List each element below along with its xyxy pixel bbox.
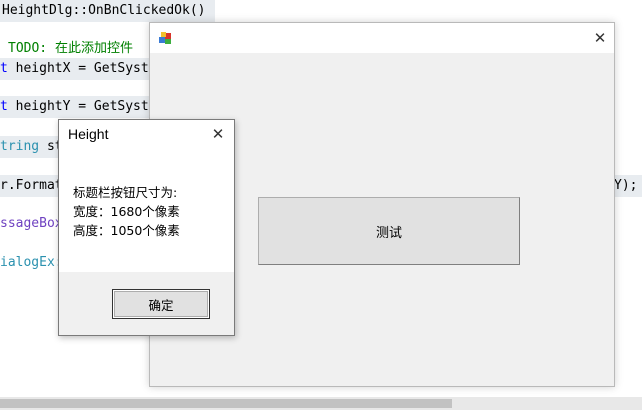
code-token: ssageBox bbox=[0, 216, 63, 231]
main-title-bar[interactable]: ✕ bbox=[150, 23, 614, 53]
code-token: TODO: 在此添加控件 bbox=[8, 41, 133, 56]
code-line[interactable]: t heightY = GetSyst bbox=[0, 96, 149, 118]
code-token: tring bbox=[0, 139, 40, 154]
message-line: 高度：1050个像素 bbox=[73, 223, 180, 238]
code-line[interactable]: TODO: 在此添加控件 bbox=[0, 38, 133, 60]
message-box-close-button[interactable]: ✕ bbox=[204, 123, 232, 145]
code-token: t bbox=[0, 99, 8, 114]
test-button[interactable]: 测试 bbox=[258, 197, 520, 265]
app-icon bbox=[159, 32, 171, 44]
message-line: 宽度：1680个像素 bbox=[73, 204, 180, 219]
code-token: ialogEx: bbox=[0, 255, 63, 270]
code-token: t bbox=[0, 61, 8, 76]
message-box-footer: 确定 bbox=[59, 272, 234, 335]
code-line[interactable]: HeightDlg::OnBnClickedOk() bbox=[0, 0, 215, 22]
message-line: 标题栏按钮尺寸为: bbox=[73, 185, 178, 200]
main-close-button[interactable]: ✕ bbox=[586, 27, 614, 49]
code-line[interactable]: t heightX = GetSyst bbox=[0, 58, 149, 80]
code-line-fragment-right[interactable]: Y); bbox=[614, 175, 642, 197]
code-token: heightY = GetSyst bbox=[7, 99, 149, 114]
message-box-title: Height bbox=[68, 126, 109, 142]
code-token: st bbox=[46, 139, 58, 154]
code-token: r.Format bbox=[0, 178, 58, 193]
code-line[interactable]: r.Format bbox=[0, 175, 58, 197]
ok-button[interactable]: 确定 bbox=[112, 289, 210, 319]
code-line[interactable]: ssageBox bbox=[0, 213, 63, 235]
message-box-title-bar[interactable]: Height ✕ bbox=[59, 120, 234, 150]
code-token: HeightDlg::OnBnClickedOk() bbox=[2, 3, 206, 18]
code-line[interactable]: tring st bbox=[0, 136, 58, 158]
scrollbar-thumb[interactable] bbox=[0, 399, 452, 408]
message-text: 标题栏按钮尺寸为: 宽度：1680个像素 高度：1050个像素 bbox=[73, 183, 180, 240]
code-token: heightX = GetSyst bbox=[7, 61, 149, 76]
message-box: Height ✕ 标题栏按钮尺寸为: 宽度：1680个像素 高度：1050个像素… bbox=[58, 119, 235, 336]
code-line[interactable]: ialogEx: bbox=[0, 252, 63, 274]
